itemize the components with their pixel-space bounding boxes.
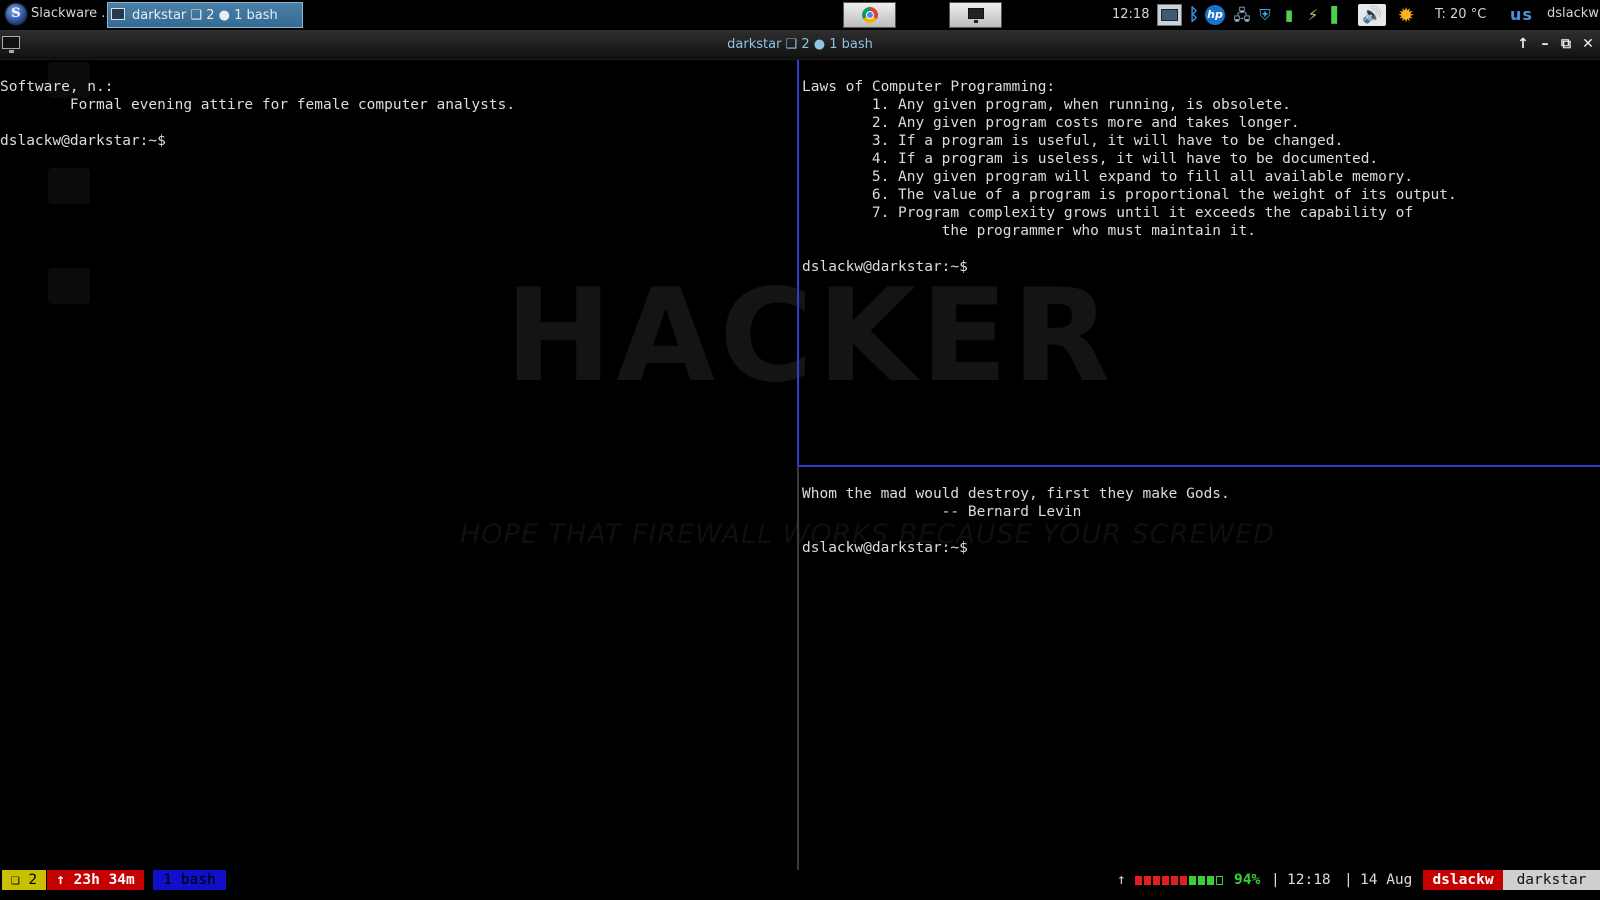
user-name-label[interactable]: dslackw [1547, 6, 1599, 21]
chrome-launcher-button[interactable] [843, 2, 896, 28]
terminal-pane-bottom-right[interactable]: Whom the mad would destroy, first they m… [802, 467, 1600, 870]
slackware-menu-icon[interactable]: S [6, 4, 26, 24]
power-plug-icon[interactable]: ⚡ [1302, 4, 1324, 26]
terminal-line: 6. The value of a program is proportiona… [802, 187, 1457, 203]
monitor-icon[interactable] [1157, 4, 1182, 26]
taskbar: S Slackware ... darkstar ❑ 2 ● 1 bash 12… [0, 0, 1600, 30]
terminal-line: 7. Program complexity grows until it exc… [802, 205, 1414, 221]
weather-sun-icon[interactable]: ✹ [1395, 4, 1417, 26]
status-host: darkstar [1503, 870, 1600, 890]
bluetooth-icon[interactable]: ᛒ [1183, 4, 1205, 26]
signal-icon[interactable]: ▌ [1326, 4, 1348, 26]
temperature-label[interactable]: T: 20 °C [1435, 7, 1486, 22]
terminal-line: the programmer who must maintain it. [802, 223, 1256, 239]
terminal-line: Software, n.: [0, 79, 114, 95]
maximize-icon[interactable]: ⧉ [1557, 34, 1575, 54]
window-tab-bash[interactable]: 1 bash [153, 870, 226, 890]
terminal-line: Formal evening attire for female compute… [0, 97, 516, 113]
chrome-icon [862, 7, 878, 23]
network-icon[interactable]: 🖧 [1231, 4, 1253, 26]
status-time: 12:18 [1287, 872, 1331, 888]
battery-cell [1144, 876, 1151, 885]
start-menu-label[interactable]: Slackware ... [31, 6, 114, 21]
hp-icon[interactable]: hp [1205, 5, 1225, 25]
terminal-line: 3. If a program is useful, it will have … [802, 133, 1344, 149]
terminal-pane-left[interactable]: Software, n.: Formal evening attire for … [0, 60, 797, 870]
battery-cell [1135, 876, 1142, 885]
shield-icon[interactable]: ⛨ [1254, 4, 1276, 26]
battery-cell [1189, 876, 1196, 885]
task-button-label: darkstar ❑ 2 ● 1 bash [132, 8, 278, 23]
status-date: 14 Aug [1360, 872, 1413, 888]
keyboard-layout-indicator[interactable]: us [1510, 5, 1533, 24]
terminal-area[interactable]: HACKER HOPE THAT FIREWALL WORKS BECAUSE … [0, 60, 1600, 870]
battery-cell [1216, 876, 1223, 885]
terminal-line: -- Bernard Levin [802, 504, 1082, 520]
terminal-line: Laws of Computer Programming: [802, 79, 1056, 95]
minimize-icon[interactable]: – [1536, 34, 1554, 54]
terminal-line: Whom the mad would destroy, first they m… [802, 486, 1230, 502]
terminal-line: 1. Any given program, when running, is o… [802, 97, 1291, 113]
terminal-line: 4. If a program is useless, it will have… [802, 151, 1379, 167]
uptime-indicator: ↑ 23h 34m [47, 870, 144, 890]
session-indicator[interactable]: ❑ 2 [2, 870, 46, 890]
terminal-icon [111, 8, 125, 20]
taskbar-clock[interactable]: 12:18 [1112, 7, 1149, 22]
window-titlebar[interactable]: darkstar ❑ 2 ● 1 bash ↑ – ⧉ ✕ [0, 30, 1600, 60]
battery-cell [1180, 876, 1187, 885]
show-desktop-button[interactable] [949, 2, 1002, 28]
tmux-status-bar: ❑ 2 ↑ 23h 34m 1 bash ↑ 94% | 12:18 | 14 … [0, 870, 1600, 890]
upload-arrow-icon: ↑ [1117, 872, 1126, 888]
terminal-line: 5. Any given program will expand to fill… [802, 169, 1414, 185]
battery-cell [1171, 876, 1178, 885]
separator: | [1271, 872, 1280, 888]
battery-cell [1207, 876, 1214, 885]
battery-cell [1162, 876, 1169, 885]
pane-divider-horizontal[interactable] [799, 465, 1600, 467]
terminal-pane-top-right[interactable]: Laws of Computer Programming: 1. Any giv… [802, 60, 1600, 465]
shell-prompt[interactable]: dslackw@darkstar:~$ [802, 258, 1600, 276]
separator: | [1344, 872, 1353, 888]
status-user: dslackw [1423, 870, 1503, 890]
desktop-icon [968, 8, 984, 23]
shell-prompt[interactable]: dslackw@darkstar:~$ [0, 132, 797, 150]
battery-cell [1153, 876, 1160, 885]
window-title: darkstar ❑ 2 ● 1 bash [727, 37, 873, 52]
battery-percent: 94% [1234, 872, 1261, 888]
shell-prompt[interactable]: dslackw@darkstar:~$ [802, 539, 1600, 557]
task-button-terminal[interactable]: darkstar ❑ 2 ● 1 bash [107, 2, 303, 28]
battery-cell [1198, 876, 1205, 885]
pane-divider-vertical-active[interactable] [797, 60, 799, 466]
arrow-up-icon[interactable]: ↑ [1514, 34, 1532, 54]
terminal-line: 2. Any given program costs more and take… [802, 115, 1300, 131]
volume-icon[interactable]: 🔊 [1358, 4, 1386, 26]
close-icon[interactable]: ✕ [1579, 34, 1597, 54]
battery-icon[interactable]: ▮ [1278, 4, 1300, 26]
